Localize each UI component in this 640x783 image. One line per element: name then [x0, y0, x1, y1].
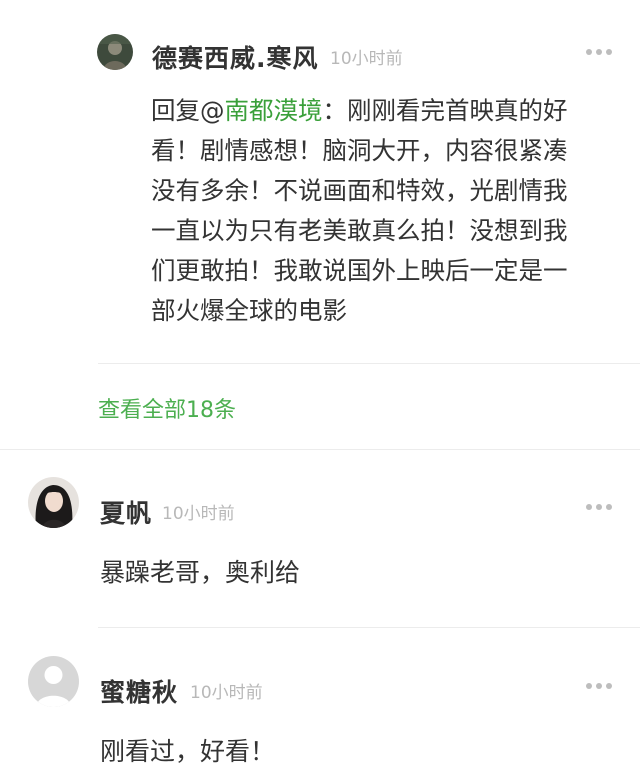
mention-link[interactable]: 南都漠境	[225, 96, 323, 125]
reply-author-name[interactable]: 德赛西威.寒风	[152, 39, 319, 75]
reply-line-2: 看！剧情感想！脑洞大开，内容很紧凑	[151, 136, 568, 165]
reply-line-1-text: ：刚刚看完首映真的好	[322, 96, 568, 125]
reply-line-3: 没有多余！不说画面和特效，光剧情我	[151, 176, 568, 205]
comment-timestamp: 10小时前	[162, 504, 235, 524]
reply-line-6: 部火爆全球的电影	[151, 296, 347, 325]
reply-more-icon[interactable]	[584, 47, 614, 57]
comment-author-avatar[interactable]	[28, 477, 79, 528]
comment-more-icon[interactable]	[584, 681, 614, 691]
comment-more-icon[interactable]	[584, 502, 614, 512]
reply-author-avatar[interactable]	[97, 34, 133, 70]
comment-author-name[interactable]: 蜜糖秋	[100, 673, 178, 709]
divider	[98, 627, 640, 628]
default-user-icon[interactable]	[28, 656, 79, 707]
comment-content: 暴躁老哥，奥利给	[100, 558, 301, 587]
comment-timestamp: 10小时前	[190, 683, 263, 703]
divider	[0, 449, 640, 450]
view-all-replies-link[interactable]: 查看全部18条	[98, 392, 236, 424]
reply-line-5: 们更敢拍！我敢说国外上映后一定是一	[151, 256, 568, 285]
reply-timestamp: 10小时前	[330, 49, 403, 69]
comment-author-name[interactable]: 夏帆	[100, 494, 152, 530]
comment-thread: 德赛西威.寒风 10小时前 回复@南都漠境：刚刚看完首映真的好 看！剧情感想！脑…	[0, 0, 640, 783]
reply-line-4: 一直以为只有老美敢真么拍！没想到我	[151, 216, 568, 245]
reply-prefix: 回复@	[151, 96, 225, 125]
comment-content: 刚看过，好看！	[100, 737, 276, 766]
divider	[98, 363, 640, 364]
reply-line-1: 回复@南都漠境：刚刚看完首映真的好	[151, 91, 621, 131]
reply-content: 回复@南都漠境：刚刚看完首映真的好 看！剧情感想！脑洞大开，内容很紧凑 没有多余…	[151, 91, 621, 331]
